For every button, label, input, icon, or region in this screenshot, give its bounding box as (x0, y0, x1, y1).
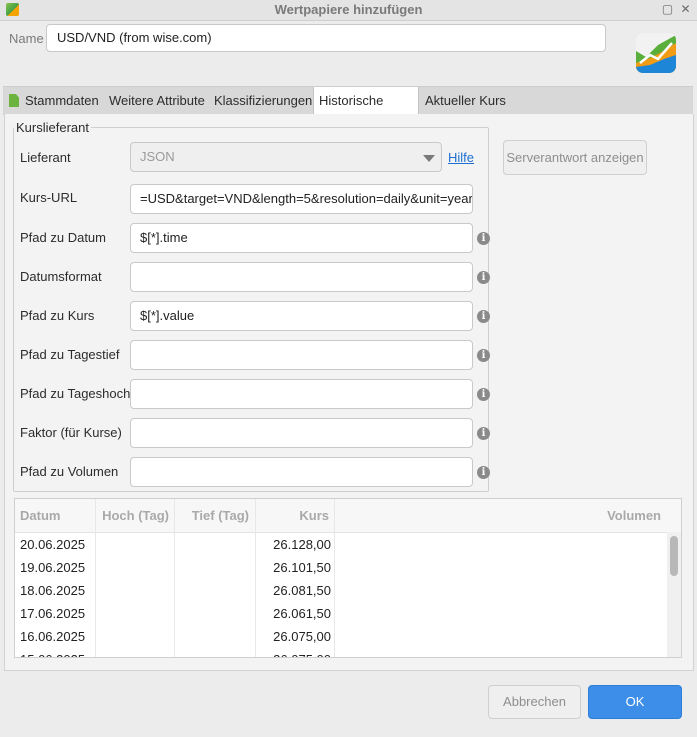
column-header-low[interactable]: Tief (Tag) (175, 499, 251, 532)
price-cell: 26.081,50 (273, 583, 331, 598)
date-path-label: Pfad zu Datum (20, 230, 106, 245)
table-row[interactable]: 18.06.2025 26.081,50 (15, 579, 665, 602)
column-header-high[interactable]: Hoch (Tag) (95, 499, 171, 532)
date-path-input[interactable]: $[*].time (130, 223, 473, 253)
table-header: Datum Hoch (Tag) Tief (Tag) Kurs Volumen (15, 499, 681, 533)
low-path-label: Pfad zu Tagestief (20, 347, 120, 362)
price-path-input[interactable]: $[*].value (130, 301, 473, 331)
portfolio-logo-icon (636, 33, 676, 73)
column-header-price[interactable]: Kurs (255, 499, 331, 532)
info-icon[interactable]: i (477, 310, 490, 323)
price-cell: 26.075,00 (255, 648, 331, 657)
ok-button[interactable]: OK (588, 685, 682, 719)
price-cell: 26.128,00 (273, 537, 331, 552)
cancel-button[interactable]: Abbrechen (488, 685, 581, 719)
date-cell: 15.06.2025 (20, 648, 85, 657)
date-cell: 18.06.2025 (20, 583, 86, 598)
volume-path-input[interactable] (130, 457, 473, 487)
help-link[interactable]: Hilfe (448, 150, 474, 165)
info-icon[interactable]: i (477, 232, 490, 245)
provider-select[interactable]: JSON (130, 142, 442, 172)
date-cell: 19.06.2025 (20, 560, 86, 575)
scrollbar-thumb[interactable] (670, 536, 678, 576)
tab-klassifizierungen[interactable]: Klassifizierungen (214, 87, 312, 114)
maximize-icon[interactable]: ▢ (661, 3, 674, 16)
table-row[interactable]: 20.06.2025 26.128,00 (15, 533, 665, 556)
table-row[interactable]: 19.06.2025 26.101,50 (15, 556, 665, 579)
url-input[interactable]: =USD&target=VND&length=5&resolution=dail… (130, 184, 473, 214)
date-cell: 17.06.2025 (20, 606, 86, 621)
name-label: Name (9, 31, 44, 46)
volume-path-label: Pfad zu Volumen (20, 464, 119, 479)
table-row[interactable]: 17.06.2025 26.061,50 (15, 602, 665, 625)
price-cell: 26.101,50 (273, 560, 331, 575)
column-header-date[interactable]: Datum (20, 499, 60, 532)
info-icon[interactable]: i (477, 271, 490, 284)
table-scrollbar[interactable] (667, 532, 681, 657)
price-table[interactable]: Datum Hoch (Tag) Tief (Tag) Kurs Volumen… (14, 498, 682, 658)
date-format-label: Datumsformat (20, 269, 102, 284)
date-format-input[interactable] (130, 262, 473, 292)
tab-aktueller-kurs[interactable]: Aktueller Kurs (425, 87, 506, 114)
price-cell: 26.075,00 (273, 629, 331, 644)
info-icon[interactable]: i (477, 427, 490, 440)
tab-historische-kurse[interactable]: Historische Kurse (313, 87, 419, 135)
price-cell: 26.061,50 (273, 606, 331, 621)
group-label: Kurslieferant (14, 120, 91, 135)
factor-input[interactable] (130, 418, 473, 448)
info-icon[interactable]: i (477, 349, 490, 362)
factor-label: Faktor (für Kurse) (20, 425, 122, 440)
tab-bar: Stammdaten Weitere Attribute Klassifizie… (3, 86, 693, 135)
date-cell: 16.06.2025 (20, 629, 86, 644)
price-path-label: Pfad zu Kurs (20, 308, 95, 323)
info-icon[interactable]: i (477, 466, 490, 479)
close-icon[interactable]: ✕ (679, 3, 692, 16)
table-row[interactable]: 16.06.2025 26.075,00 (15, 625, 665, 648)
high-path-input[interactable] (130, 379, 473, 409)
provider-label: Lieferant (20, 150, 71, 165)
name-input[interactable]: USD/VND (from wise.com) (46, 24, 606, 52)
column-header-volume[interactable]: Volumen (335, 499, 663, 532)
server-response-button[interactable]: Serverantwort anzeigen (503, 140, 647, 175)
tab-stammdaten[interactable]: Stammdaten (9, 87, 99, 114)
table-row[interactable]: 15.06.2025 26.075,00 (15, 648, 665, 657)
document-icon (9, 94, 19, 107)
info-icon[interactable]: i (477, 388, 490, 401)
low-path-input[interactable] (130, 340, 473, 370)
date-cell: 20.06.2025 (20, 537, 86, 552)
tab-weitere-attribute[interactable]: Weitere Attribute (109, 87, 205, 114)
high-path-label: Pfad zu Tageshoch (20, 386, 131, 401)
url-label: Kurs-URL (20, 190, 78, 205)
title-bar: Wertpapiere hinzufügen ▢ ✕ (0, 0, 697, 21)
chevron-down-icon[interactable] (423, 155, 435, 162)
window-title: Wertpapiere hinzufügen (274, 2, 423, 17)
